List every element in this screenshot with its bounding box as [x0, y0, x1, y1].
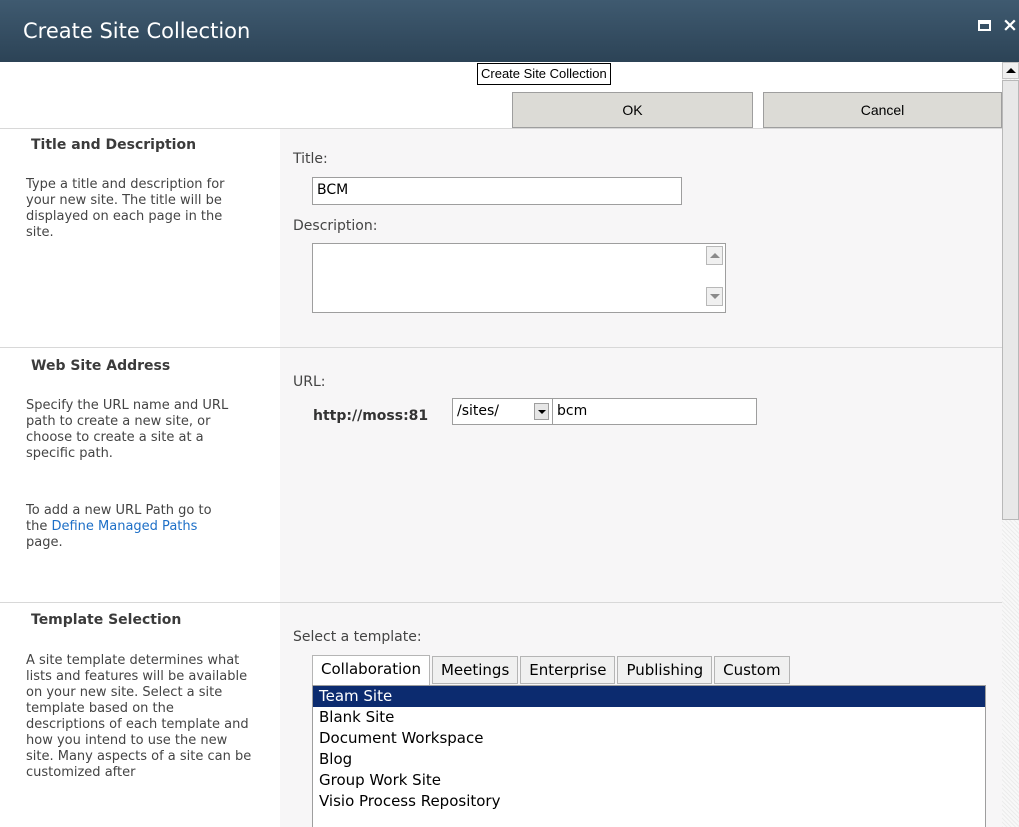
textarea-scroll-down-icon[interactable]: [706, 287, 723, 306]
template-item-blank-site[interactable]: Blank Site: [313, 707, 985, 728]
section-description-title: Type a title and description for your ne…: [26, 177, 225, 240]
template-listbox[interactable]: Team Site Blank Site Document Workspace …: [312, 685, 986, 827]
tab-publishing[interactable]: Publishing: [617, 656, 713, 684]
url-name-input[interactable]: bcm: [552, 398, 757, 425]
textarea-scroll-up-icon[interactable]: [706, 246, 723, 265]
section-heading-title: Title and Description: [31, 137, 197, 153]
description-label: Description:: [293, 218, 378, 234]
note-text-after: page.: [26, 535, 63, 550]
tooltip: Create Site Collection: [477, 63, 611, 85]
tab-custom[interactable]: Custom: [714, 656, 790, 684]
title-input[interactable]: BCM: [312, 177, 682, 205]
tab-collaboration[interactable]: Collaboration: [312, 655, 430, 685]
description-textarea[interactable]: [312, 243, 726, 313]
template-item-visio-process-repository[interactable]: Visio Process Repository: [313, 791, 985, 812]
section-heading-template: Template Selection: [31, 612, 182, 628]
select-template-label: Select a template:: [293, 629, 422, 645]
template-item-document-workspace[interactable]: Document Workspace: [313, 728, 985, 749]
window-title: Create Site Collection: [23, 19, 251, 43]
section-description-address: Specify the URL name and URL path to cre…: [26, 398, 229, 461]
define-managed-paths-link[interactable]: Define Managed Paths: [51, 519, 197, 534]
address-section-panel: [280, 348, 1002, 602]
title-section-panel: [280, 129, 1002, 347]
url-path-selected: /sites/: [457, 403, 500, 419]
title-label: Title:: [293, 151, 328, 167]
close-icon[interactable]: ×: [1002, 14, 1018, 36]
template-item-group-work-site[interactable]: Group Work Site: [313, 770, 985, 791]
template-item-team-site[interactable]: Team Site: [313, 686, 985, 707]
url-label: URL:: [293, 374, 326, 390]
maximize-icon[interactable]: [978, 20, 991, 31]
template-item-blog[interactable]: Blog: [313, 749, 985, 770]
section-description-template: A site template determines what lists an…: [26, 653, 252, 780]
ok-button[interactable]: OK: [512, 92, 753, 128]
tab-meetings[interactable]: Meetings: [431, 656, 519, 684]
tab-enterprise[interactable]: Enterprise: [520, 656, 616, 684]
template-tabs: Collaboration Meetings Enterprise Publis…: [312, 655, 792, 685]
url-prefix: http://moss:81: [313, 408, 429, 424]
scroll-up-arrow-icon[interactable]: [1002, 62, 1019, 79]
cancel-button[interactable]: Cancel: [763, 92, 1002, 128]
section-heading-address: Web Site Address: [31, 358, 171, 374]
chevron-down-icon[interactable]: [534, 403, 549, 420]
scrollbar-thumb[interactable]: [1002, 80, 1019, 520]
url-path-select[interactable]: /sites/: [452, 398, 553, 425]
managed-paths-note: To add a new URL Path go to the Define M…: [26, 503, 236, 551]
window-title-bar: Create Site Collection ×: [0, 0, 1019, 62]
